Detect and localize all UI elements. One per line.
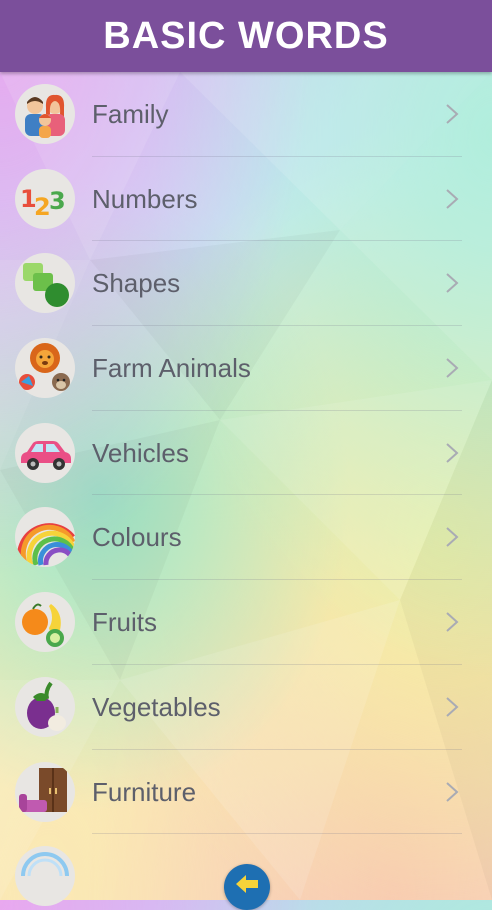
list-item-family[interactable]: Family: [0, 72, 492, 157]
chevron-right-icon: [446, 697, 459, 717]
list-item-numbers[interactable]: 1 2 3 Numbers: [0, 157, 492, 242]
partial-list-item-icon[interactable]: [15, 846, 75, 906]
list-item-colours[interactable]: Colours: [0, 495, 492, 581]
list-item-label: Colours: [92, 522, 182, 553]
furniture-icon: [15, 761, 75, 822]
list-item-furniture[interactable]: Furniture: [0, 750, 492, 835]
list-item-farm-animals[interactable]: Farm Animals: [0, 326, 492, 411]
list-item-label: Numbers: [92, 183, 198, 214]
app-header: BASIC WORDS: [0, 0, 492, 72]
chevron-right-icon: [446, 358, 459, 378]
page-title: BASIC WORDS: [103, 14, 389, 57]
car-icon: [15, 422, 75, 483]
chevron-right-icon: [446, 612, 459, 632]
numbers-icon: 1 2 3: [15, 168, 75, 229]
chevron-right-icon: [446, 273, 459, 294]
farm-animals-icon: [15, 338, 75, 399]
chevron-right-icon: [446, 781, 459, 802]
chevron-right-icon: [446, 527, 459, 548]
back-button[interactable]: [224, 864, 270, 910]
list-item-label: Shapes: [92, 268, 181, 299]
svg-text:3: 3: [49, 187, 66, 215]
rainbow-icon: [15, 507, 75, 568]
list-item-fruits[interactable]: Fruits: [0, 580, 492, 665]
divider: [92, 833, 462, 835]
list-item-shapes[interactable]: Shapes: [0, 241, 492, 327]
list-item-label: Farm Animals: [92, 353, 251, 384]
list-item-label: Family: [92, 99, 169, 129]
chevron-right-icon: [446, 188, 459, 209]
shapes-icon: [15, 253, 75, 314]
list-item-label: Furniture: [92, 776, 197, 807]
fruits-icon: [15, 592, 75, 653]
chevron-right-icon: [446, 443, 459, 463]
list-item-vehicles[interactable]: Vehicles: [0, 411, 492, 496]
family-icon: [15, 84, 75, 144]
list-item-label: Vegetables: [92, 691, 221, 722]
list-item-label: Fruits: [92, 607, 157, 638]
vegetables-icon: [15, 676, 75, 737]
list-item-vegetables[interactable]: Vegetables: [0, 665, 492, 750]
back-arrow-icon: [236, 875, 258, 893]
category-list: Family 1 2 3 Numbers Shapes Farm Animals…: [0, 72, 492, 835]
chevron-right-icon: [446, 104, 459, 124]
list-item-label: Vehicles: [92, 437, 189, 468]
